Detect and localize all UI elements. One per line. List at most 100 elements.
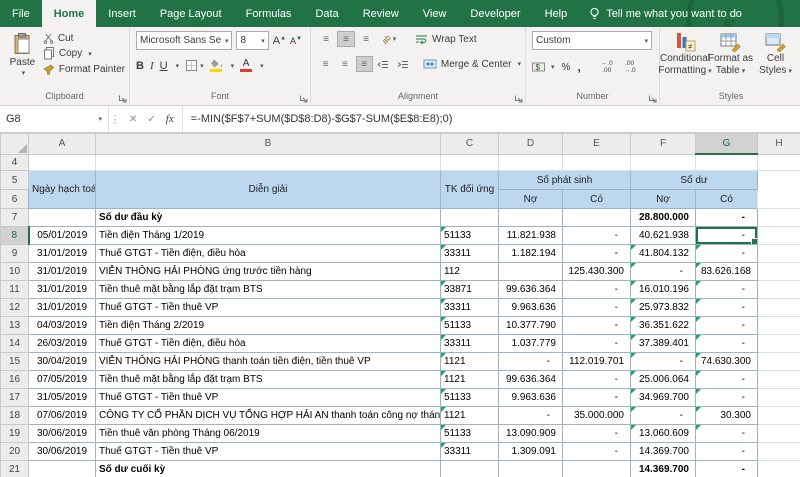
underline-dropdown-arrow[interactable]: ▾ [176,62,180,70]
cell-C5[interactable]: TK đối ứng [440,170,499,209]
fill-color-dropdown-arrow[interactable]: ▾ [231,62,235,70]
cell-H21[interactable] [757,460,800,477]
cell-H20[interactable] [757,442,800,461]
insert-function-icon[interactable]: fx [166,113,174,125]
cell-F15[interactable]: - [630,352,696,371]
cell-E12[interactable]: - [562,298,631,317]
cell-H11[interactable] [757,280,800,299]
align-top-button[interactable]: ≡ [317,31,335,47]
cell-A7[interactable] [28,208,96,227]
tab-insert[interactable]: Insert [96,0,148,27]
cell-F8[interactable]: 40.621.938 [630,226,696,245]
cell-H18[interactable] [757,406,800,425]
cell-G9[interactable]: - [695,244,758,263]
merge-center-button[interactable]: Merge & Center ▾ [423,59,521,70]
select-all-corner[interactable] [0,133,29,155]
cell-G15[interactable]: 74.630.300 [695,352,758,371]
cell-A20[interactable]: 30/06/2019 [28,442,96,461]
cell-F21[interactable]: 14.369.700 [630,460,696,477]
cell-D4[interactable] [498,153,563,171]
cell-C4[interactable] [440,153,499,171]
tab-page-layout[interactable]: Page Layout [148,0,234,27]
column-header-G[interactable]: G [695,133,758,155]
cell-C13[interactable]: 51133 [440,316,499,335]
cell-C17[interactable]: 51133 [440,388,499,407]
cell-D20[interactable]: 1.309.091 [498,442,563,461]
cell-A8[interactable]: 05/01/2019 [28,226,96,245]
cell-F16[interactable]: 25.006.064 [630,370,696,389]
cell-E4[interactable] [562,153,631,171]
cell-B17[interactable]: Thuế GTGT - Tiền thuê VP [95,388,441,407]
cell-G19[interactable]: - [695,424,758,443]
cell-F13[interactable]: 36.351.622 [630,316,696,335]
cell-F20[interactable]: 14.369.700 [630,442,696,461]
cell-G16[interactable]: - [695,370,758,389]
cell-A14[interactable]: 26/03/2019 [28,334,96,353]
format-painter-button[interactable]: Format Painter [43,63,125,75]
column-header-A[interactable]: A [28,133,96,155]
cell-C7[interactable] [440,208,499,227]
column-header-H[interactable]: H [757,133,800,155]
cell-C19[interactable]: 51133 [440,424,499,443]
cell-G13[interactable]: - [695,316,758,335]
number-format-select[interactable]: Custom ▾ [532,31,652,50]
cell-A5[interactable]: Ngày hạch toán [28,170,96,209]
cell-B20[interactable]: Thuế GTGT - Tiền thuê VP [95,442,441,461]
cell-E8[interactable]: - [562,226,631,245]
cell-F17[interactable]: 34.969.700 [630,388,696,407]
row-header-18[interactable]: 18 [0,406,29,425]
cell-E18[interactable]: 35.000.000 [562,406,631,425]
cell-A16[interactable]: 07/05/2019 [28,370,96,389]
row-header-21[interactable]: 21 [0,460,29,477]
cell-F14[interactable]: 37.389.401 [630,334,696,353]
tab-help[interactable]: Help [533,0,580,27]
cell-B15[interactable]: VIỄN THÔNG HẢI PHÒNG thanh toán tiền điệ… [95,352,441,371]
font-color-dropdown-arrow[interactable]: ▾ [260,62,264,70]
cell-B11[interactable]: Tiền thuê mặt bằng lắp đặt trạm BTS [95,280,441,299]
font-size-select[interactable]: 8 ▾ [236,31,269,50]
cell-F4[interactable] [630,153,696,171]
increase-decimal-button[interactable]: ←.0.00 [599,59,615,75]
cell-B19[interactable]: Tiền thuê văn phòng Tháng 06/2019 [95,424,441,443]
cell-G18[interactable]: 30.300 [695,406,758,425]
cell-C21[interactable] [440,460,499,477]
cell-A17[interactable]: 31/05/2019 [28,388,96,407]
cell-F19[interactable]: 13.060.609 [630,424,696,443]
cell-D8[interactable]: 11.821.938 [498,226,563,245]
cell-G8[interactable]: - [695,226,758,245]
cell-C15[interactable]: 1121 [440,352,499,371]
font-color-button[interactable]: A [240,59,253,72]
row-header-11[interactable]: 11 [0,280,29,299]
orientation-button[interactable]: ab ▾ [377,31,401,47]
cell-H4[interactable] [757,153,800,171]
cell-D6[interactable]: Nợ [498,189,563,209]
cell-B10[interactable]: VIỄN THÔNG HẢI PHÒNG ứng trước tiền hàng [95,262,441,281]
cell-H7[interactable] [757,208,800,227]
clipboard-dialog-launcher-icon[interactable] [118,94,127,103]
tab-home[interactable]: Home [41,0,97,27]
cancel-icon[interactable]: ✕ [129,114,137,125]
decrease-decimal-button[interactable]: .00 →.0 [622,59,638,75]
cell-G21[interactable]: - [695,460,758,477]
underline-button[interactable]: U [160,60,168,72]
cell-E9[interactable]: - [562,244,631,263]
cell-C10[interactable]: 112 [440,262,499,281]
column-header-B[interactable]: B [95,133,441,155]
accounting-format-button[interactable]: $ ▾ [532,62,555,73]
cell-A13[interactable]: 04/03/2019 [28,316,96,335]
cell-D9[interactable]: 1.182.194 [498,244,563,263]
cell-H14[interactable] [757,334,800,353]
tell-me[interactable]: Tell me what you want to do [579,0,752,27]
tab-view[interactable]: View [411,0,459,27]
cell-H9[interactable] [757,244,800,263]
cell-B21[interactable]: Số dư cuối kỳ [95,460,441,477]
cell-H8[interactable] [757,226,800,245]
cell-D19[interactable]: 13.090.909 [498,424,563,443]
row-header-12[interactable]: 12 [0,298,29,317]
cell-D16[interactable]: 99.636.364 [498,370,563,389]
cell-H13[interactable] [757,316,800,335]
cell-A18[interactable]: 07/06/2019 [28,406,96,425]
cell-F9[interactable]: 41.804.132 [630,244,696,263]
cell-B5[interactable]: Diễn giải [95,170,441,209]
cell-B16[interactable]: Tiền thuê mặt bằng lắp đặt trạm BTS [95,370,441,389]
